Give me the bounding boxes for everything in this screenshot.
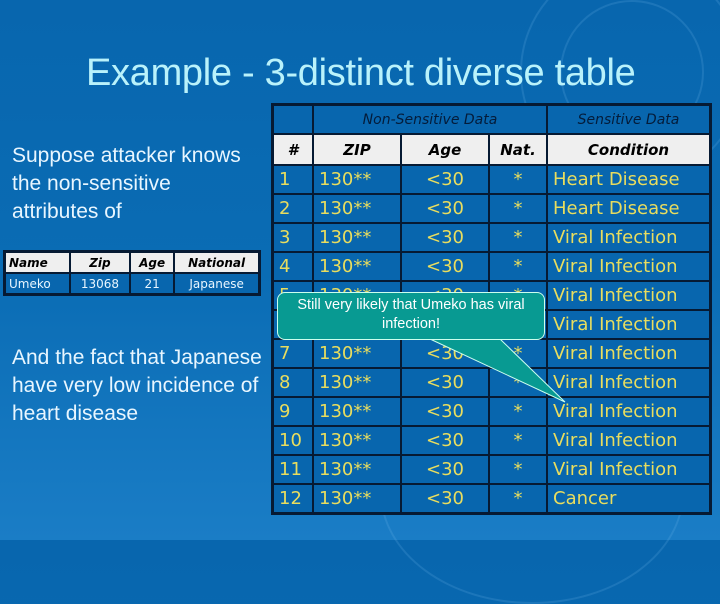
callout-bubble: Still very likely that Umeko has viral i… [277, 292, 545, 340]
callout-pointer [429, 338, 566, 403]
